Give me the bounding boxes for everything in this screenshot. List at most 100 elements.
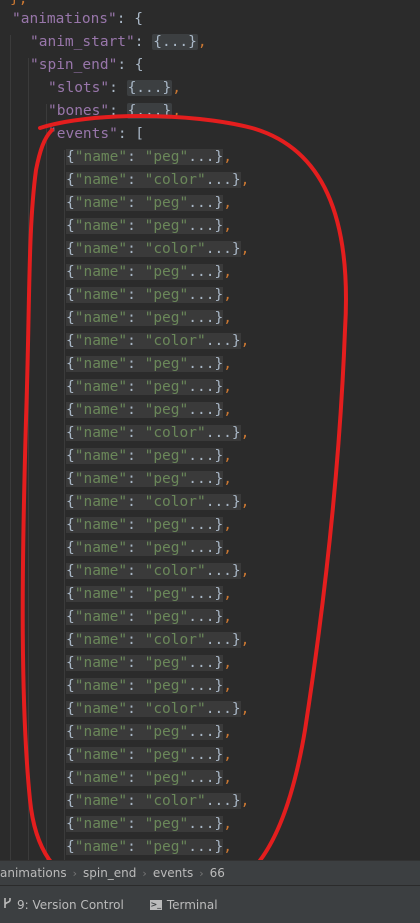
event-name: color	[153, 632, 197, 648]
event-list-item: {"name": "color"...},	[66, 425, 250, 441]
event-list-item: {"name": "color"...},	[66, 333, 250, 349]
event-list-item: {"name": "peg"...},	[66, 770, 232, 786]
folded-event-object[interactable]: {"name": "peg"...}	[66, 816, 224, 832]
event-name: peg	[153, 655, 180, 671]
indent-guide	[10, 35, 11, 860]
event-name: peg	[153, 747, 180, 763]
indent-guide	[46, 104, 47, 860]
code-line-anim-start: "anim_start": {...},	[30, 34, 207, 50]
anim-start-key: "anim_start"	[30, 34, 135, 50]
folded-block[interactable]: {...}	[152, 34, 198, 50]
bottom-tool-window-bar: 9: Version Control >_ Terminal	[0, 885, 420, 923]
folded-event-object[interactable]: {"name": "peg"...}	[66, 218, 224, 234]
indent-guide	[64, 150, 65, 860]
event-name: peg	[153, 678, 180, 694]
event-list-item: {"name": "color"...},	[66, 563, 250, 579]
event-name: peg	[153, 218, 180, 234]
folded-event-object[interactable]: {"name": "peg"...}	[66, 379, 224, 395]
folded-event-object[interactable]: {"name": "peg"...}	[66, 310, 224, 326]
folded-event-object[interactable]: {"name": "peg"...}	[66, 724, 224, 740]
code-line-bones: "bones": {...},	[48, 103, 181, 119]
event-name: peg	[153, 724, 180, 740]
folded-block[interactable]: {...}	[126, 103, 173, 119]
folded-event-object[interactable]: {"name": "peg"...}	[66, 678, 224, 694]
folded-event-object[interactable]: {"name": "color"...}	[66, 241, 241, 257]
version-control-button[interactable]: 9: Version Control	[2, 897, 124, 912]
event-list-item: {"name": "peg"...},	[66, 655, 232, 671]
breadcrumb: animations › spin_end › events › 66	[0, 860, 420, 885]
event-list-item: {"name": "peg"...},	[66, 747, 232, 763]
event-name: color	[153, 333, 197, 349]
event-list-item: {"name": "peg"...},	[66, 402, 232, 418]
folded-event-object[interactable]: {"name": "peg"...}	[66, 747, 224, 763]
folded-event-object[interactable]: {"name": "peg"...}	[66, 655, 224, 671]
folded-event-object[interactable]: {"name": "peg"...}	[66, 356, 224, 372]
event-name: peg	[153, 770, 180, 786]
version-control-label: 9: Version Control	[17, 897, 124, 912]
folded-event-object[interactable]: {"name": "peg"...}	[66, 839, 224, 855]
event-list-item: {"name": "peg"...},	[66, 517, 232, 533]
event-list-item: {"name": "color"...},	[66, 172, 250, 188]
folded-event-object[interactable]: {"name": "color"...}	[66, 494, 241, 510]
event-name: peg	[153, 816, 180, 832]
folded-event-object[interactable]: {"name": "peg"...}	[66, 149, 224, 165]
event-list-item: {"name": "peg"...},	[66, 310, 232, 326]
event-list-item: {"name": "peg"...},	[66, 356, 232, 372]
event-name: color	[153, 241, 197, 257]
terminal-icon: >_	[149, 899, 162, 910]
event-list-item: {"name": "color"...},	[66, 632, 250, 648]
folded-event-object[interactable]: {"name": "peg"...}	[66, 517, 224, 533]
event-name: peg	[153, 287, 180, 303]
breadcrumb-item-events[interactable]: events	[147, 866, 199, 880]
event-list-item: {"name": "peg"...},	[66, 287, 232, 303]
event-list-item: {"name": "color"...},	[66, 793, 250, 809]
folded-event-object[interactable]: {"name": "peg"...}	[66, 471, 224, 487]
event-name: peg	[153, 149, 180, 165]
event-name: peg	[153, 356, 180, 372]
folded-event-object[interactable]: {"name": "peg"...}	[66, 540, 224, 556]
event-name: peg	[153, 540, 180, 556]
event-list-item: {"name": "peg"...},	[66, 839, 232, 855]
breadcrumb-item-spin-end[interactable]: spin_end	[77, 866, 142, 880]
event-name: peg	[153, 379, 180, 395]
folded-event-object[interactable]: {"name": "color"...}	[66, 793, 241, 809]
event-list-item: {"name": "peg"...},	[66, 195, 232, 211]
event-name: color	[153, 425, 197, 441]
folded-event-object[interactable]: {"name": "color"...}	[66, 563, 241, 579]
breadcrumb-item-animations[interactable]: animations	[0, 866, 73, 880]
terminal-button[interactable]: >_ Terminal	[149, 898, 218, 912]
event-name: peg	[153, 471, 180, 487]
event-name: color	[153, 494, 197, 510]
event-list-item: {"name": "peg"...},	[66, 264, 232, 280]
event-name: color	[153, 172, 197, 188]
animations-key: "animations"	[12, 11, 117, 27]
event-name: color	[153, 701, 197, 717]
folded-event-object[interactable]: {"name": "peg"...}	[66, 448, 224, 464]
folded-event-object[interactable]: {"name": "peg"...}	[66, 586, 224, 602]
event-list-item: {"name": "peg"...},	[66, 724, 232, 740]
folded-event-object[interactable]: {"name": "color"...}	[66, 701, 241, 717]
folded-event-object[interactable]: {"name": "color"...}	[66, 333, 241, 349]
code-line-events: "events": [	[48, 126, 145, 142]
indent-guide	[28, 58, 29, 860]
code-line-animations: "animations": {	[12, 11, 143, 27]
folded-event-object[interactable]: {"name": "color"...}	[66, 425, 241, 441]
folded-event-object[interactable]: {"name": "peg"...}	[66, 264, 224, 280]
event-name: peg	[153, 264, 180, 280]
event-list-item: {"name": "peg"...},	[66, 540, 232, 556]
folded-block[interactable]: {...}	[126, 80, 173, 96]
event-name: peg	[153, 609, 180, 625]
folded-event-object[interactable]: {"name": "peg"...}	[66, 195, 224, 211]
folded-event-object[interactable]: {"name": "peg"...}	[66, 609, 224, 625]
code-editor[interactable]: }, "animations": { "anim_start": {...}, …	[0, 0, 420, 860]
breadcrumb-item-index[interactable]: 66	[204, 866, 231, 880]
folded-event-object[interactable]: {"name": "color"...}	[66, 632, 241, 648]
event-name: peg	[153, 310, 180, 326]
event-list-item: {"name": "peg"...},	[66, 218, 232, 234]
event-name: color	[153, 793, 197, 809]
folded-event-object[interactable]: {"name": "peg"...}	[66, 287, 224, 303]
event-name: color	[153, 563, 197, 579]
folded-event-object[interactable]: {"name": "peg"...}	[66, 770, 224, 786]
folded-event-object[interactable]: {"name": "peg"...}	[66, 402, 224, 418]
folded-event-object[interactable]: {"name": "color"...}	[66, 172, 241, 188]
